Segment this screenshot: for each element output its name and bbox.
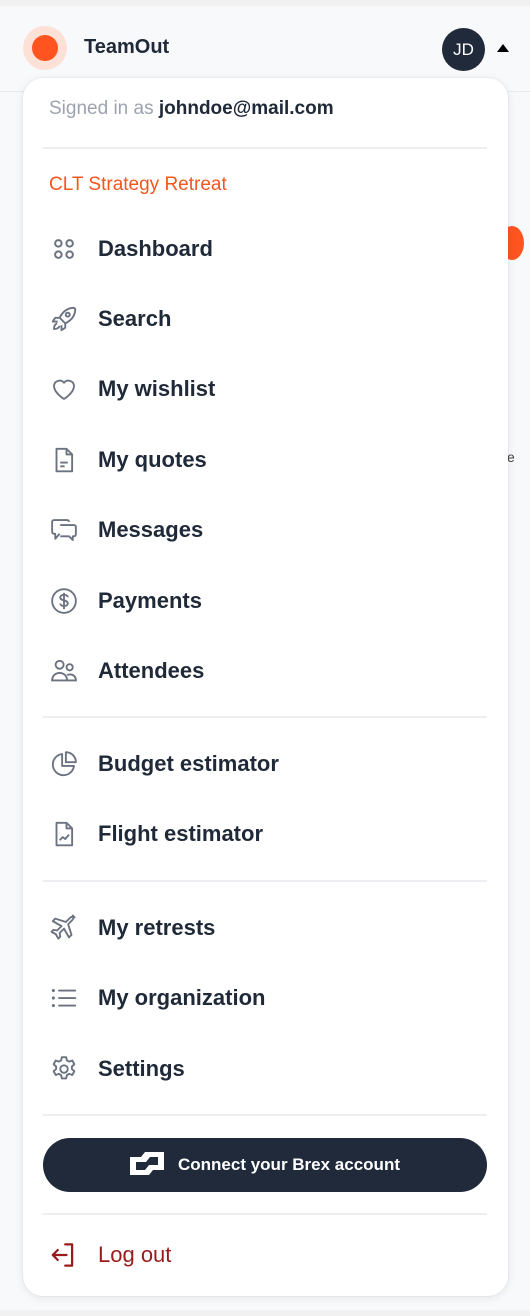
- menu-item-payments[interactable]: Payments: [43, 576, 487, 626]
- user-dropdown-menu: Signed in as johndoe@mail.com CLT Strate…: [23, 78, 508, 1296]
- menu-item-budget-estimator[interactable]: Budget estimator: [43, 739, 487, 789]
- menu-item-label: Search: [98, 306, 172, 331]
- menu-item-attendees[interactable]: Attendees: [43, 646, 487, 696]
- menu-item-quotes[interactable]: My quotes: [43, 435, 487, 485]
- menu-item-label: Budget estimator: [98, 751, 279, 776]
- menu-item-label: Attendees: [98, 658, 205, 683]
- chart-document-icon: [47, 817, 81, 851]
- divider: [43, 880, 487, 882]
- teamout-logo[interactable]: [23, 26, 67, 70]
- menu-item-settings[interactable]: Settings: [43, 1044, 487, 1094]
- signed-in-email: johndoe@mail.com: [158, 98, 334, 119]
- logout-label: Log out: [98, 1242, 172, 1267]
- divider: [43, 1213, 487, 1215]
- user-avatar[interactable]: JD: [442, 28, 485, 71]
- brand-name[interactable]: TeamOut: [84, 36, 169, 59]
- gear-icon: [47, 1052, 81, 1086]
- airplane-icon: [47, 911, 81, 945]
- page-background: TeamOut JD e Signed in as johndoe@mail.c…: [0, 6, 530, 1310]
- heart-icon: [47, 372, 81, 406]
- brex-logo-icon: [130, 1151, 164, 1180]
- menu-item-label: Settings: [98, 1056, 185, 1081]
- menu-item-messages[interactable]: Messages: [43, 505, 487, 555]
- menu-item-label: Payments: [98, 588, 202, 613]
- menu-item-label: Flight estimator: [98, 821, 264, 846]
- menu-item-label: Dashboard: [98, 236, 213, 261]
- menu-item-wishlist[interactable]: My wishlist: [43, 364, 487, 414]
- caret-up-icon[interactable]: [497, 44, 509, 52]
- users-icon: [47, 654, 81, 688]
- dashboard-icon: [47, 232, 81, 266]
- menu-item-my-organization[interactable]: My organization: [43, 973, 487, 1023]
- divider: [43, 147, 487, 149]
- menu-item-label: My organization: [98, 985, 266, 1010]
- pie-chart-icon: [47, 747, 81, 781]
- chat-bubbles-icon: [47, 513, 81, 547]
- menu-item-label: My retrests: [98, 915, 216, 940]
- menu-item-flight-estimator[interactable]: Flight estimator: [43, 809, 487, 859]
- background-text-fragment: e: [507, 449, 515, 465]
- divider: [43, 716, 487, 718]
- current-event-name[interactable]: CLT Strategy Retreat: [49, 174, 227, 196]
- list-icon: [47, 981, 81, 1015]
- menu-item-label: My wishlist: [98, 376, 216, 401]
- dollar-circle-icon: [47, 584, 81, 618]
- logout-button[interactable]: Log out: [43, 1230, 487, 1280]
- divider: [43, 1114, 487, 1116]
- menu-item-search[interactable]: Search: [43, 294, 487, 344]
- signed-in-label: Signed in as johndoe@mail.com: [49, 98, 334, 119]
- connect-brex-button[interactable]: Connect your Brex account: [43, 1138, 487, 1192]
- logout-icon: [47, 1238, 81, 1272]
- menu-item-label: My quotes: [98, 447, 207, 472]
- connect-brex-label: Connect your Brex account: [178, 1155, 400, 1174]
- document-icon: [47, 443, 81, 477]
- menu-item-dashboard[interactable]: Dashboard: [43, 224, 487, 274]
- menu-item-my-retreats[interactable]: My retrests: [43, 903, 487, 953]
- menu-item-label: Messages: [98, 517, 204, 542]
- rocket-icon: [47, 302, 81, 336]
